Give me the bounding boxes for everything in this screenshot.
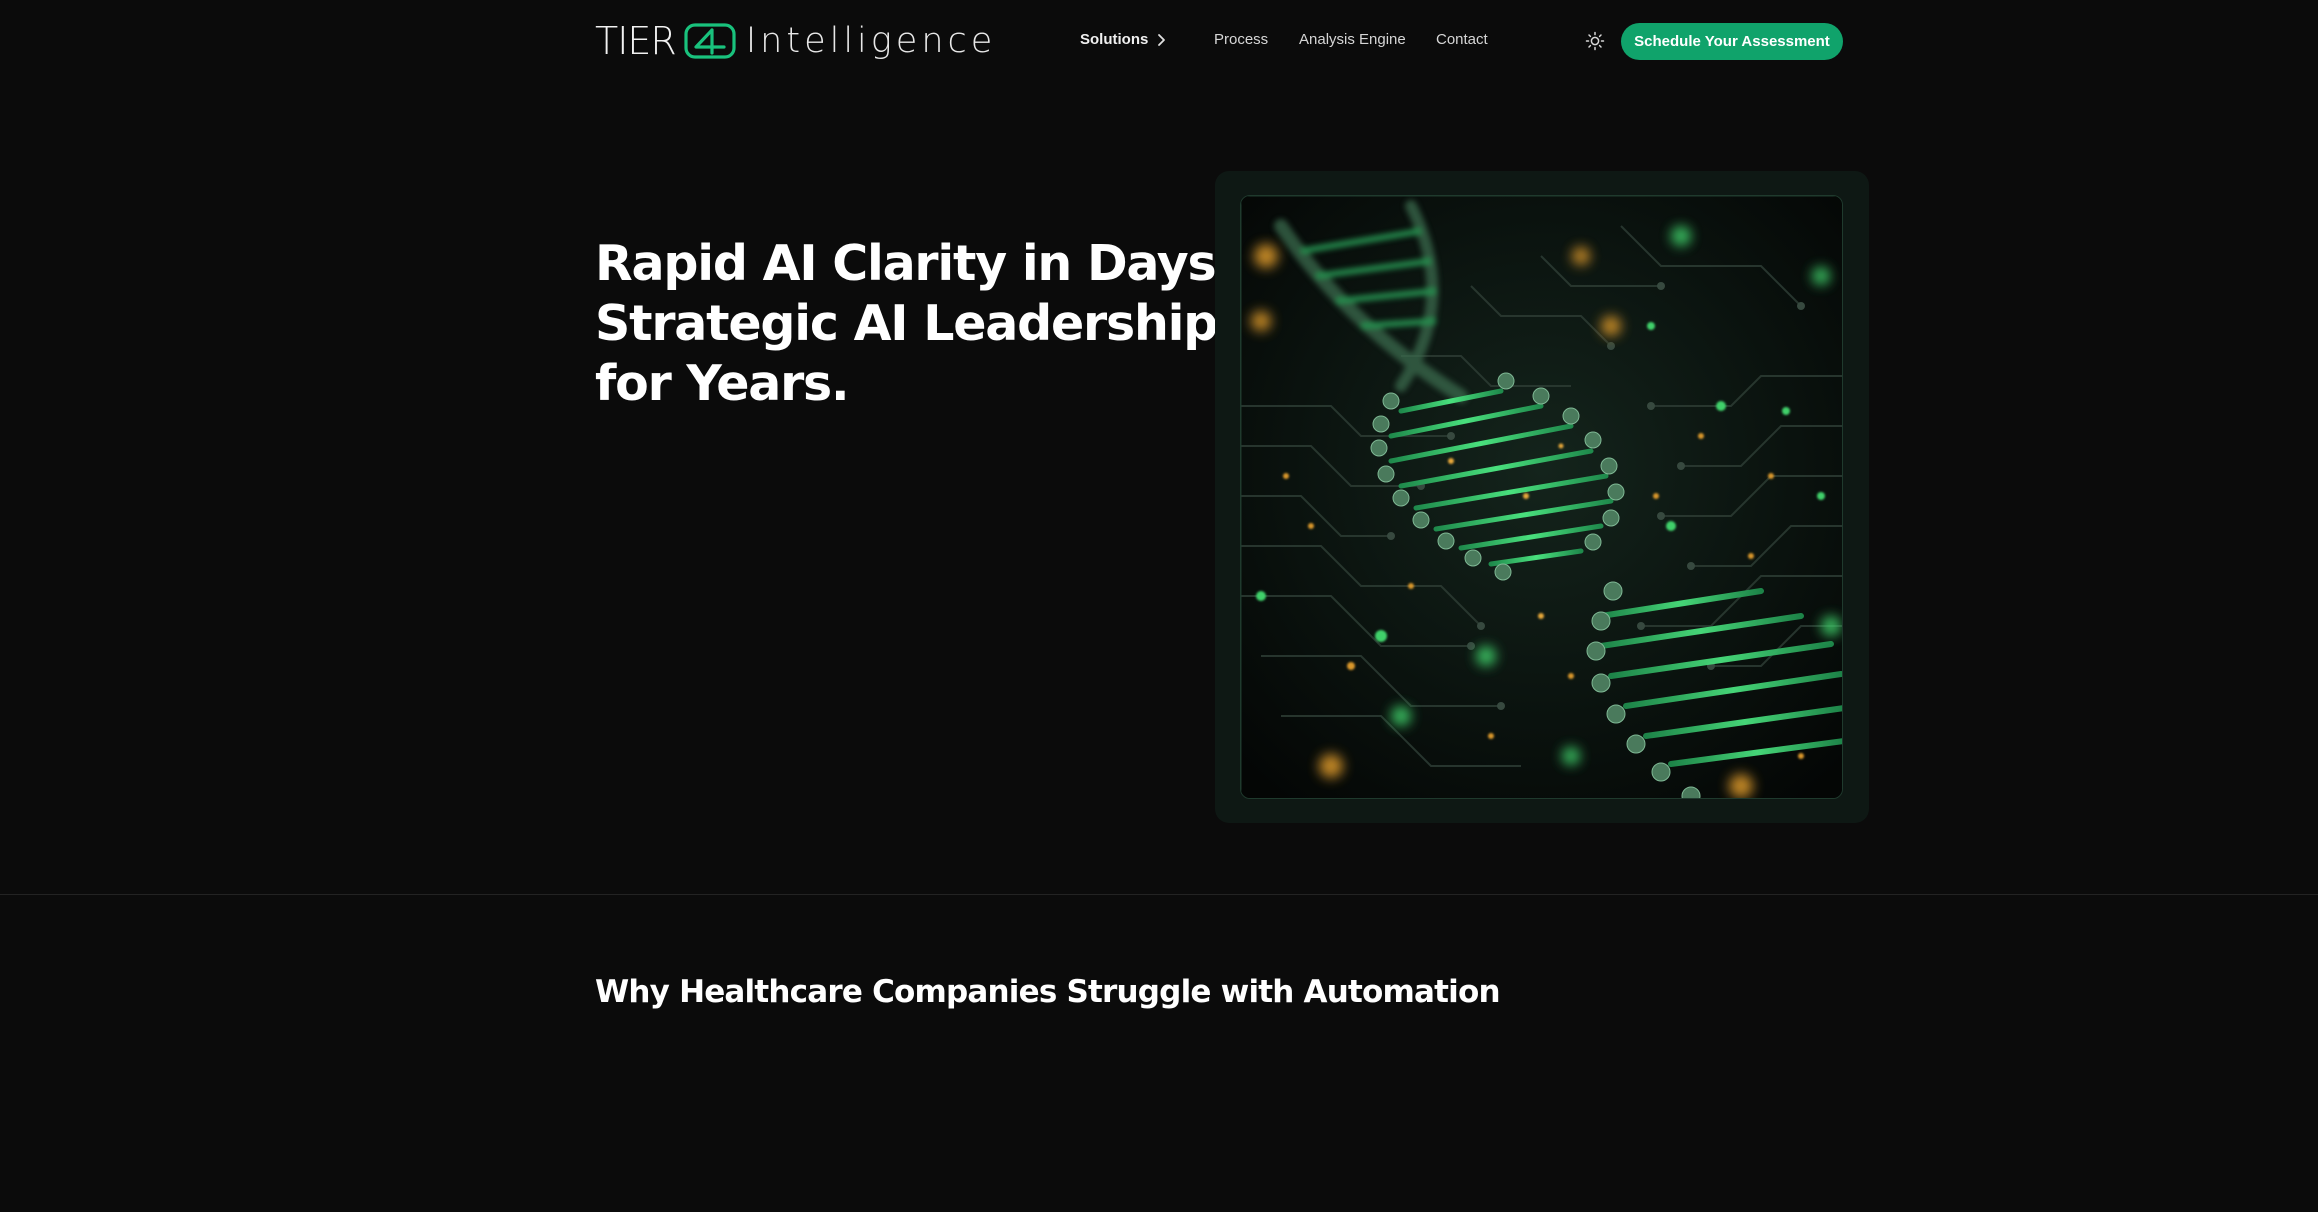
logo-text-intelligence: Intelligence [745, 20, 997, 61]
hero-title-line: for Years. [595, 355, 850, 412]
section-heading: Why Healthcare Companies Struggle with A… [595, 974, 1501, 1010]
dna-helix-circuit-image [1240, 195, 1843, 799]
nav-item-contact[interactable]: Contact [1436, 28, 1488, 52]
brand-logo[interactable]: TIER Intelligence [595, 18, 996, 64]
nav-item-process[interactable]: Process [1214, 28, 1268, 52]
dna-circuit-illustration [1241, 196, 1842, 798]
hero-title-line: Rapid AI Clarity in Days. [595, 235, 1234, 292]
hero-title: Rapid AI Clarity in Days. Strategic AI L… [595, 234, 1234, 414]
chevron-right-icon[interactable] [1156, 30, 1168, 50]
nav-item-solutions[interactable]: Solutions [1080, 28, 1148, 52]
hero-image-card [1215, 171, 1869, 823]
nav-item-analysis-engine[interactable]: Analysis Engine [1299, 28, 1406, 52]
sun-icon[interactable] [1584, 30, 1606, 52]
logo-text-tier: TIER [595, 19, 677, 63]
page: TIER Intelligence Solutions Process Anal… [0, 0, 2318, 1212]
logo-4-icon [684, 23, 736, 59]
schedule-assessment-button[interactable]: Schedule Your Assessment [1621, 23, 1843, 60]
top-nav: TIER Intelligence Solutions Process Anal… [0, 0, 2318, 82]
hero-title-line: Strategic AI Leadership [595, 295, 1218, 352]
section-divider [0, 894, 2318, 895]
